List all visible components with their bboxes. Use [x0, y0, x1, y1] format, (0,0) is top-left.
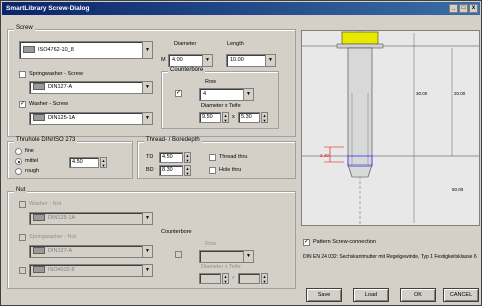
thread-thru-label: Thread thru [219, 154, 248, 160]
maximize-button[interactable]: □ [459, 4, 468, 13]
bd-spinner[interactable]: ▲ ▼ [184, 165, 191, 176]
cancel-button[interactable]: CANCEL [443, 288, 479, 302]
counterbore-row-label: Row [205, 79, 217, 85]
washer-nut-label: Washer - Nut [29, 201, 62, 207]
nut-diameter-depth-label: Diameter x Teife [201, 264, 241, 270]
counterbore-top-title: Counterbore [168, 67, 206, 73]
springwasher-screw-label: Springwasher - Screw [29, 71, 83, 77]
screw-thumbnail-icon [23, 46, 35, 54]
hole-thru-checkbox[interactable] [209, 167, 216, 174]
springwasher-nut-combo[interactable]: DIN127-A ▼ [29, 245, 153, 258]
minimize-button[interactable]: _ [449, 4, 458, 13]
washer-nut-thumbnail-icon [33, 214, 45, 222]
chevron-down-icon[interactable]: ▼ [265, 55, 275, 66]
chevron-down-icon[interactable]: ▼ [142, 82, 152, 93]
bd-field[interactable]: 8.30 [159, 165, 183, 176]
length-label: Length [227, 41, 244, 47]
nut-thumbnail-icon [33, 266, 45, 274]
counterbore-top-checkbox[interactable]: ✓ [175, 90, 182, 97]
dim-mid-label: 30.00 [416, 91, 428, 96]
nut-combo[interactable]: ISO4032-8 ▼ [29, 264, 153, 277]
thruhole-title: Thruhole DIN/ISO 273 [14, 137, 78, 143]
screw-combo[interactable]: ISO4762-10_8 ▼ [19, 41, 153, 59]
washer-thumbnail-icon [33, 114, 45, 122]
chevron-down-icon[interactable]: ▼ [142, 213, 152, 224]
thread-boredepth-title: Thread- / Boredepth [144, 137, 202, 143]
springwasher-screw-checkbox[interactable] [19, 71, 26, 78]
diameter-prefix: M [161, 57, 166, 63]
dim-top-label: 20.00 [454, 91, 466, 96]
washer-nut-checkbox[interactable] [19, 201, 26, 208]
diameter-label: Diameter [174, 41, 197, 47]
screw-preview-panel: 30.00 20.00 2.40 50.00 [301, 30, 480, 226]
nut-row-label: Row [205, 241, 217, 247]
counterbore-diameter-depth-label: Diameter x Teife [201, 103, 241, 109]
counterbore-row-combo[interactable]: 4 ▼ [199, 88, 254, 101]
springwasher-screw-combo[interactable]: DIN127-A ▼ [29, 81, 153, 94]
springwasher-nut-thumbnail-icon [33, 247, 45, 255]
title-bar: SmartLibrary Screw-Dialog _ □ x [2, 2, 480, 15]
nut-depth-spinner[interactable]: ▲ ▼ [261, 273, 268, 284]
counterbore-depth-spinner[interactable]: ▲ ▼ [261, 112, 268, 123]
springwasher-nut-checkbox[interactable] [19, 234, 26, 241]
ok-button[interactable]: OK [400, 288, 436, 302]
counterbore-diameter-spinner[interactable]: ▲ ▼ [222, 112, 229, 123]
dim-bottom-label: 50.00 [452, 187, 464, 192]
washer-screw-label: Washer - Screw [29, 101, 68, 107]
nut-title: Nut [14, 187, 28, 193]
nut-counterbore-label: Counterbore [161, 229, 192, 235]
length-combo[interactable]: 10.00 ▼ [226, 54, 276, 67]
counterbore-depth-field[interactable]: 5.30 [238, 112, 260, 123]
screw-preview-drawing: 30.00 20.00 2.40 50.00 [302, 31, 479, 225]
hole-thru-label: Hole thru [219, 167, 242, 173]
chevron-down-icon[interactable]: ▼ [243, 251, 253, 262]
thruhole-value-field[interactable]: 4.50 [69, 157, 99, 168]
close-button[interactable]: x [469, 4, 478, 13]
window-title: SmartLibrary Screw-Dialog [6, 5, 90, 12]
load-button[interactable]: Load [353, 288, 389, 302]
rough-radio[interactable] [15, 168, 22, 175]
screw-group-title: Screw [14, 25, 35, 31]
chevron-down-icon[interactable]: ▼ [142, 246, 152, 257]
chevron-down-icon[interactable]: ▼ [243, 89, 253, 100]
springwasher-nut-label: Springwasher - Nut [29, 234, 77, 240]
thread-thru-checkbox[interactable] [209, 154, 216, 161]
washer-screw-combo[interactable]: DIN125-1A ▼ [29, 112, 153, 125]
nut-diameter-field[interactable] [199, 273, 221, 284]
td-field[interactable]: 4.50 [159, 152, 183, 163]
nut-checkbox[interactable] [19, 267, 26, 274]
nut-counterbore-checkbox[interactable] [175, 251, 182, 258]
bd-label: BD [146, 167, 154, 173]
description-text: DIN EN 24 032: Sechskantmutter mit Regel… [303, 254, 477, 260]
washer-nut-combo[interactable]: DIN125-1A ▼ [29, 212, 153, 225]
middle-radio[interactable] [15, 158, 22, 165]
springwasher-thumbnail-icon [33, 83, 45, 91]
screw-dialog-window: SmartLibrary Screw-Dialog _ □ x Screw IS… [0, 0, 482, 306]
td-spinner[interactable]: ▲ ▼ [184, 152, 191, 163]
pattern-screw-label: Pattern Screw-connection [313, 239, 376, 245]
chevron-down-icon[interactable]: ▼ [142, 113, 152, 124]
fine-label: fine [25, 148, 34, 154]
pattern-screw-checkbox[interactable]: ✓ [303, 239, 310, 246]
nut-diameter-spinner[interactable]: ▲ ▼ [222, 273, 229, 284]
washer-screw-checkbox[interactable]: ✓ [19, 101, 26, 108]
counterbore-x-label: x [232, 114, 235, 120]
diameter-combo[interactable]: 4.00 ▼ [168, 54, 213, 67]
nut-depth-field[interactable] [238, 273, 260, 284]
dim-small-label: 2.40 [320, 153, 329, 158]
nut-x-label: x [232, 275, 235, 281]
chevron-down-icon[interactable]: ▼ [202, 55, 212, 66]
chevron-down-icon[interactable]: ▼ [142, 42, 152, 58]
chevron-down-icon[interactable]: ▼ [142, 265, 152, 276]
rough-label: rough [25, 168, 40, 174]
middle-label: mittel [25, 158, 39, 164]
save-button[interactable]: Save [306, 288, 342, 302]
td-label: TD [146, 154, 154, 160]
thruhole-spinner[interactable]: ▲ ▼ [100, 157, 107, 168]
nut-row-combo[interactable]: ▼ [199, 250, 254, 263]
fine-radio[interactable] [15, 148, 22, 155]
counterbore-diameter-field[interactable]: 9.50 [199, 112, 221, 123]
